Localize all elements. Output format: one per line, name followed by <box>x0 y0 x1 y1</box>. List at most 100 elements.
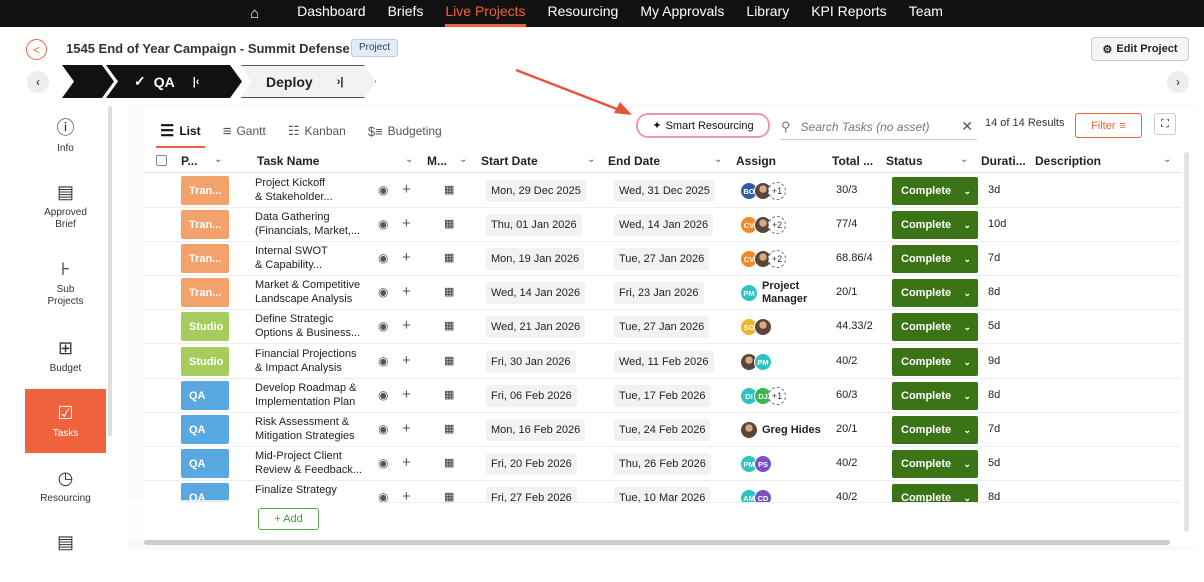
avatar[interactable] <box>740 421 758 439</box>
assignees[interactable]: BO +1 <box>740 182 786 200</box>
edit-project-button[interactable]: ⚙ Edit Project <box>1091 37 1189 61</box>
add-task-button[interactable]: + Add <box>258 508 319 530</box>
plus-icon[interactable]: + <box>402 352 411 369</box>
nav-resourcing[interactable]: Resourcing <box>548 0 619 27</box>
search-input[interactable]: ⚲ Search Tasks (no asset) ✕ <box>781 114 977 140</box>
table-row[interactable]: QA Risk Assessment & Mitigation Strategie… <box>144 413 1180 447</box>
task-name[interactable]: Risk Assessment & Mitigation Strategies <box>255 415 373 443</box>
task-name[interactable]: Market & Competitive Landscape Analysis <box>255 278 373 306</box>
nav-briefs[interactable]: Briefs <box>388 0 424 27</box>
eye-icon[interactable]: ◉ <box>378 354 388 368</box>
end-date-field[interactable]: Wed, 11 Feb 2026 <box>614 351 714 373</box>
sidebar-item-info[interactable]: ⓘ Info <box>25 104 106 168</box>
col-status[interactable]: Status ⌄ <box>886 154 968 168</box>
avatar[interactable]: PM <box>754 353 772 371</box>
calendar-icon[interactable]: ▦ <box>444 217 454 230</box>
eye-icon[interactable]: ◉ <box>378 388 388 402</box>
tab-list[interactable]: ☰ List <box>156 114 205 148</box>
end-date-field[interactable]: Tue, 24 Feb 2026 <box>614 419 711 441</box>
sidebar-item-approved-brief[interactable]: ▤ Approved Brief <box>25 168 106 232</box>
col-end-date[interactable]: End Date ⌄ <box>608 154 722 168</box>
eye-icon[interactable]: ◉ <box>378 217 388 231</box>
plus-icon[interactable]: + <box>402 386 411 403</box>
nav-library[interactable]: Library <box>746 0 789 27</box>
eye-icon[interactable]: ◉ <box>378 422 388 436</box>
nav-kpi-reports[interactable]: KPI Reports <box>811 0 886 27</box>
start-date-field[interactable]: Fri, 06 Feb 2026 <box>486 385 577 407</box>
col-p[interactable]: P... ⌄ <box>181 154 222 168</box>
col-description[interactable]: Description ⌄ <box>1035 154 1171 168</box>
end-date-field[interactable]: Tue, 27 Jan 2026 <box>614 316 710 338</box>
start-date-field[interactable]: Fri, 30 Jan 2026 <box>486 351 576 373</box>
plus-icon[interactable]: + <box>402 420 411 437</box>
col-assign[interactable]: Assign <box>736 154 776 168</box>
task-name[interactable]: Financial Projections & Impact Analysis <box>255 347 373 375</box>
select-all-checkbox[interactable] <box>156 155 167 166</box>
end-date-field[interactable]: Tue, 27 Jan 2026 <box>614 248 710 270</box>
col-task-name[interactable]: Task Name ⌄ <box>257 154 413 168</box>
nav-my-approvals[interactable]: My Approvals <box>640 0 724 27</box>
task-name[interactable]: Mid-Project Client Review & Feedback... <box>255 449 373 477</box>
start-date-field[interactable]: Wed, 21 Jan 2026 <box>486 316 586 338</box>
stage-scroll-right-button[interactable]: › <box>1167 71 1189 93</box>
start-date-field[interactable]: Fri, 27 Feb 2026 <box>486 487 577 502</box>
col-duration[interactable]: Durati... <box>981 154 1026 168</box>
calendar-icon[interactable]: ▦ <box>444 456 454 469</box>
col-total[interactable]: Total ... <box>832 154 873 168</box>
assignees[interactable]: CV +2 <box>740 250 786 268</box>
col-m[interactable]: M... ⌄ <box>427 154 467 168</box>
start-date-field[interactable]: Mon, 19 Jan 2026 <box>486 248 585 270</box>
end-date-field[interactable]: Thu, 26 Feb 2026 <box>614 453 711 475</box>
eye-icon[interactable]: ◉ <box>378 183 388 197</box>
nav-team[interactable]: Team <box>909 0 943 27</box>
start-date-field[interactable]: Mon, 16 Feb 2026 <box>486 419 586 441</box>
assignees[interactable]: SO <box>740 318 772 336</box>
table-row[interactable]: QA Mid-Project Client Review & Feedback..… <box>144 447 1180 481</box>
table-row[interactable]: Tran... Data Gathering (Financials, Marke… <box>144 208 1180 242</box>
plus-icon[interactable]: + <box>402 215 411 232</box>
fullscreen-button[interactable]: ⛶ <box>1154 113 1176 135</box>
task-name[interactable]: Data Gathering (Financials, Market,... <box>255 210 373 238</box>
calendar-icon[interactable]: ▦ <box>444 422 454 435</box>
table-row[interactable]: Tran... Market & Competitive Landscape An… <box>144 276 1180 310</box>
tab-kanban[interactable]: ☷ Kanban <box>288 114 346 148</box>
calendar-icon[interactable]: ▦ <box>444 251 454 264</box>
tab-gantt[interactable]: ≡ Gantt <box>223 114 266 148</box>
sidebar-scrollbar[interactable] <box>108 106 112 436</box>
assignees[interactable]: Greg Hides <box>740 421 824 439</box>
end-date-field[interactable]: Tue, 17 Feb 2026 <box>614 385 711 407</box>
task-name[interactable]: Finalize Strategy <box>255 483 373 497</box>
task-name[interactable]: Define Strategic Options & Business... <box>255 312 373 340</box>
end-date-field[interactable]: Fri, 23 Jan 2026 <box>614 282 704 304</box>
stage-previous[interactable]: o <box>62 65 114 98</box>
assignees[interactable]: PM <box>740 353 772 371</box>
status-dropdown[interactable]: Complete ⌄ <box>892 416 978 444</box>
table-row[interactable]: Studio Financial Projections & Impact Ana… <box>144 345 1180 379</box>
end-date-field[interactable]: Wed, 14 Jan 2026 <box>614 214 714 236</box>
assignees[interactable]: AM CD <box>740 489 772 502</box>
avatar[interactable] <box>754 318 772 336</box>
table-row[interactable]: QA Develop Roadmap & Implementation Plan … <box>144 379 1180 413</box>
table-row[interactable]: Studio Define Strategic Options & Busines… <box>144 310 1180 344</box>
eye-icon[interactable]: ◉ <box>378 319 388 333</box>
status-dropdown[interactable]: Complete ⌄ <box>892 382 978 410</box>
nav-live-projects[interactable]: Live Projects <box>445 0 526 27</box>
more-assignees-badge[interactable]: +1 <box>768 182 786 200</box>
sidebar-item-budget[interactable]: ⊞ Budget <box>25 324 106 388</box>
assignees[interactable]: PM PS <box>740 455 772 473</box>
plus-icon[interactable]: + <box>402 283 411 300</box>
end-date-field[interactable]: Tue, 10 Mar 2026 <box>614 487 711 502</box>
plus-icon[interactable]: + <box>402 454 411 471</box>
status-dropdown[interactable]: Complete ⌄ <box>892 348 978 376</box>
smart-resourcing-button[interactable]: ✦ Smart Resourcing <box>636 113 770 138</box>
task-name[interactable]: Project Kickoff & Stakeholder... <box>255 176 373 204</box>
status-dropdown[interactable]: Complete ⌄ <box>892 484 978 502</box>
start-date-field[interactable]: Wed, 14 Jan 2026 <box>486 282 586 304</box>
assignees[interactable]: PM Project Manager <box>740 280 824 305</box>
eye-icon[interactable]: ◉ <box>378 251 388 265</box>
status-dropdown[interactable]: Complete ⌄ <box>892 279 978 307</box>
nav-dashboard[interactable]: Dashboard <box>297 0 366 27</box>
eye-icon[interactable]: ◉ <box>378 490 388 502</box>
vertical-scrollbar[interactable] <box>1184 152 1189 532</box>
sidebar-item-tasks[interactable]: ☑ Tasks <box>25 389 106 453</box>
